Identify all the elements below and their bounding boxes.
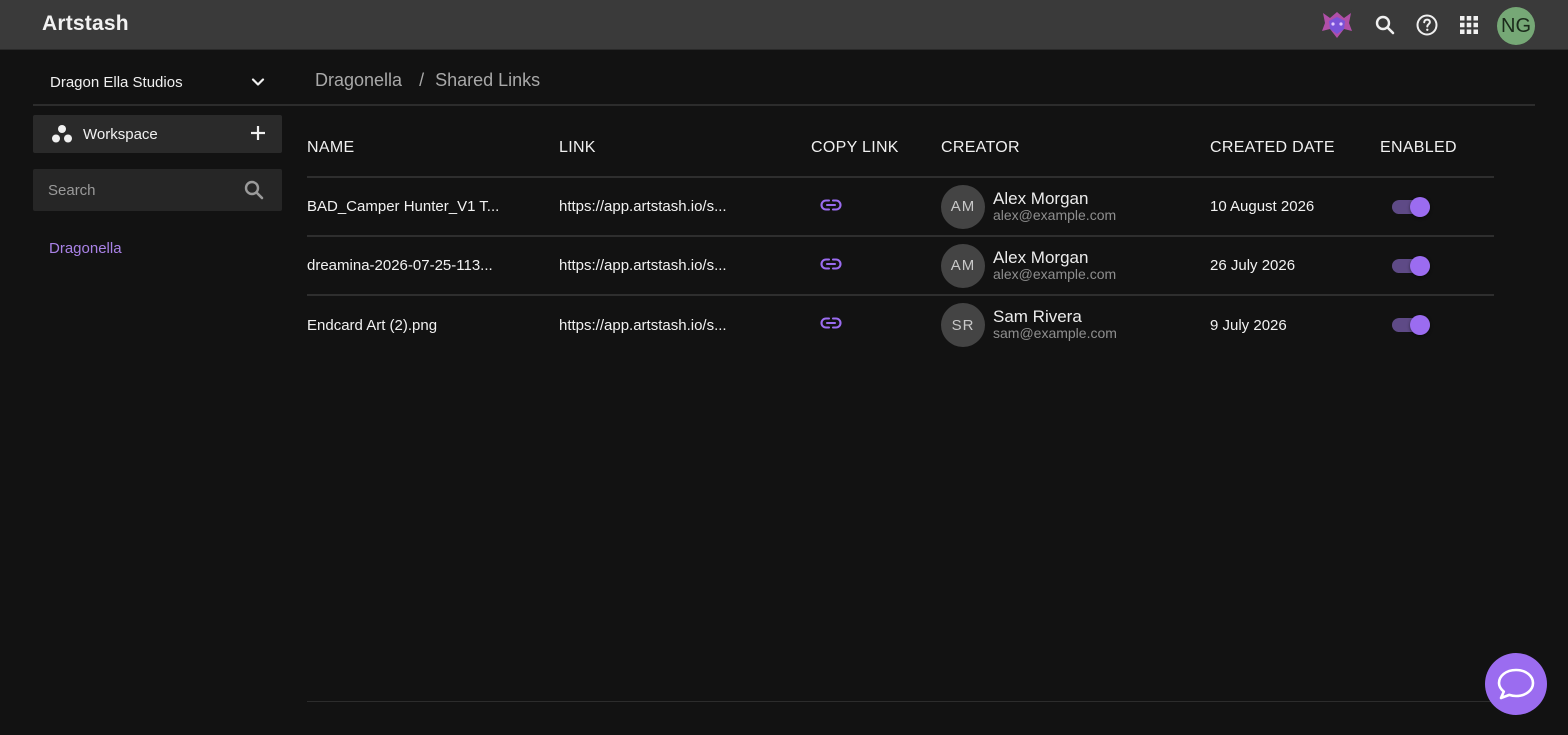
creator-cell: SR Sam Rivera sam@example.com bbox=[941, 303, 1210, 347]
table-row[interactable]: Endcard Art (2).png https://app.artstash… bbox=[307, 295, 1494, 354]
link-url[interactable]: https://app.artstash.io/s... bbox=[559, 257, 727, 274]
breadcrumb-separator: / bbox=[419, 70, 425, 90]
apps-grid-icon[interactable] bbox=[1457, 13, 1481, 37]
copy-link-button[interactable] bbox=[819, 193, 843, 217]
workspace-header[interactable]: Workspace bbox=[33, 115, 282, 153]
enabled-toggle[interactable] bbox=[1390, 313, 1434, 337]
studio-selector[interactable]: Dragon Ella Studios bbox=[33, 62, 282, 102]
creator-email: alex@example.com bbox=[993, 265, 1117, 282]
add-workspace-icon[interactable] bbox=[248, 123, 268, 143]
sidebar-item-dragonella[interactable]: Dragonella bbox=[49, 240, 122, 257]
column-header-copy-link: COPY LINK bbox=[811, 120, 941, 178]
link-url[interactable]: https://app.artstash.io/s... bbox=[559, 317, 727, 334]
table-bottom-divider bbox=[307, 701, 1494, 702]
column-header-name[interactable]: NAME bbox=[307, 120, 559, 178]
creator-email: alex@example.com bbox=[993, 206, 1117, 223]
link-name: Endcard Art (2).png bbox=[307, 316, 438, 334]
user-avatar[interactable]: NG bbox=[1497, 7, 1535, 45]
header-divider bbox=[33, 104, 1535, 106]
search-icon[interactable] bbox=[242, 178, 266, 202]
enabled-toggle[interactable] bbox=[1390, 195, 1434, 219]
creator-name: Sam Rivera bbox=[993, 307, 1082, 326]
enabled-toggle[interactable] bbox=[1390, 254, 1434, 278]
studio-name: Dragon Ella Studios bbox=[50, 73, 183, 91]
workspace-label: Workspace bbox=[83, 125, 158, 143]
table-row[interactable]: BAD_Camper Hunter_V1 T... https://app.ar… bbox=[307, 177, 1494, 237]
chat-bubble-icon bbox=[1497, 668, 1535, 700]
creator-email: sam@example.com bbox=[993, 325, 1117, 341]
workspace-icon bbox=[52, 125, 72, 143]
column-header-link[interactable]: LINK bbox=[559, 120, 811, 178]
link-name: BAD_Camper Hunter_V1 T... bbox=[307, 198, 500, 216]
link-icon bbox=[820, 198, 842, 211]
top-bar: Artstash NG bbox=[0, 0, 1568, 50]
link-icon bbox=[820, 257, 842, 270]
sidebar-search bbox=[33, 169, 282, 211]
shared-links-table: NAME LINK COPY LINK CREATOR CREATED DATE… bbox=[307, 120, 1494, 354]
creator-cell: AM Alex Morgan alex@example.com bbox=[941, 243, 1210, 288]
created-date: 26 July 2026 bbox=[1210, 236, 1380, 296]
chevron-down-icon bbox=[251, 78, 265, 86]
column-header-created-date[interactable]: CREATED DATE bbox=[1210, 120, 1380, 178]
breadcrumb: Dragonella / Shared Links bbox=[315, 70, 540, 91]
link-name: dreamina-2026-07-25-113... bbox=[307, 257, 493, 275]
creator-avatar: AM bbox=[941, 243, 985, 288]
creator-avatar: AM bbox=[941, 184, 985, 229]
dragon-logo-icon[interactable] bbox=[1320, 9, 1354, 41]
help-icon[interactable] bbox=[1415, 13, 1439, 37]
breadcrumb-current: Shared Links bbox=[435, 70, 541, 90]
creator-avatar: SR bbox=[941, 303, 985, 347]
link-icon bbox=[820, 317, 842, 329]
breadcrumb-root[interactable]: Dragonella bbox=[315, 70, 402, 91]
link-url[interactable]: https://app.artstash.io/s... bbox=[559, 198, 727, 215]
search-input[interactable] bbox=[33, 169, 233, 211]
brand-logo[interactable]: Artstash bbox=[42, 12, 129, 36]
column-header-creator[interactable]: CREATOR bbox=[941, 120, 1210, 178]
creator-cell: AM Alex Morgan alex@example.com bbox=[941, 184, 1210, 229]
copy-link-button[interactable] bbox=[819, 252, 843, 276]
copy-link-button[interactable] bbox=[819, 311, 843, 335]
column-header-enabled[interactable]: ENABLED bbox=[1380, 120, 1494, 178]
created-date: 9 July 2026 bbox=[1210, 316, 1287, 334]
chat-button[interactable] bbox=[1485, 653, 1547, 715]
table-header-row: NAME LINK COPY LINK CREATOR CREATED DATE… bbox=[307, 120, 1494, 178]
created-date: 10 August 2026 bbox=[1210, 177, 1380, 237]
search-icon[interactable] bbox=[1373, 13, 1397, 37]
creator-name: Alex Morgan bbox=[993, 247, 1089, 267]
table-row[interactable]: dreamina-2026-07-25-113... https://app.a… bbox=[307, 236, 1494, 296]
creator-name: Alex Morgan bbox=[993, 188, 1089, 208]
